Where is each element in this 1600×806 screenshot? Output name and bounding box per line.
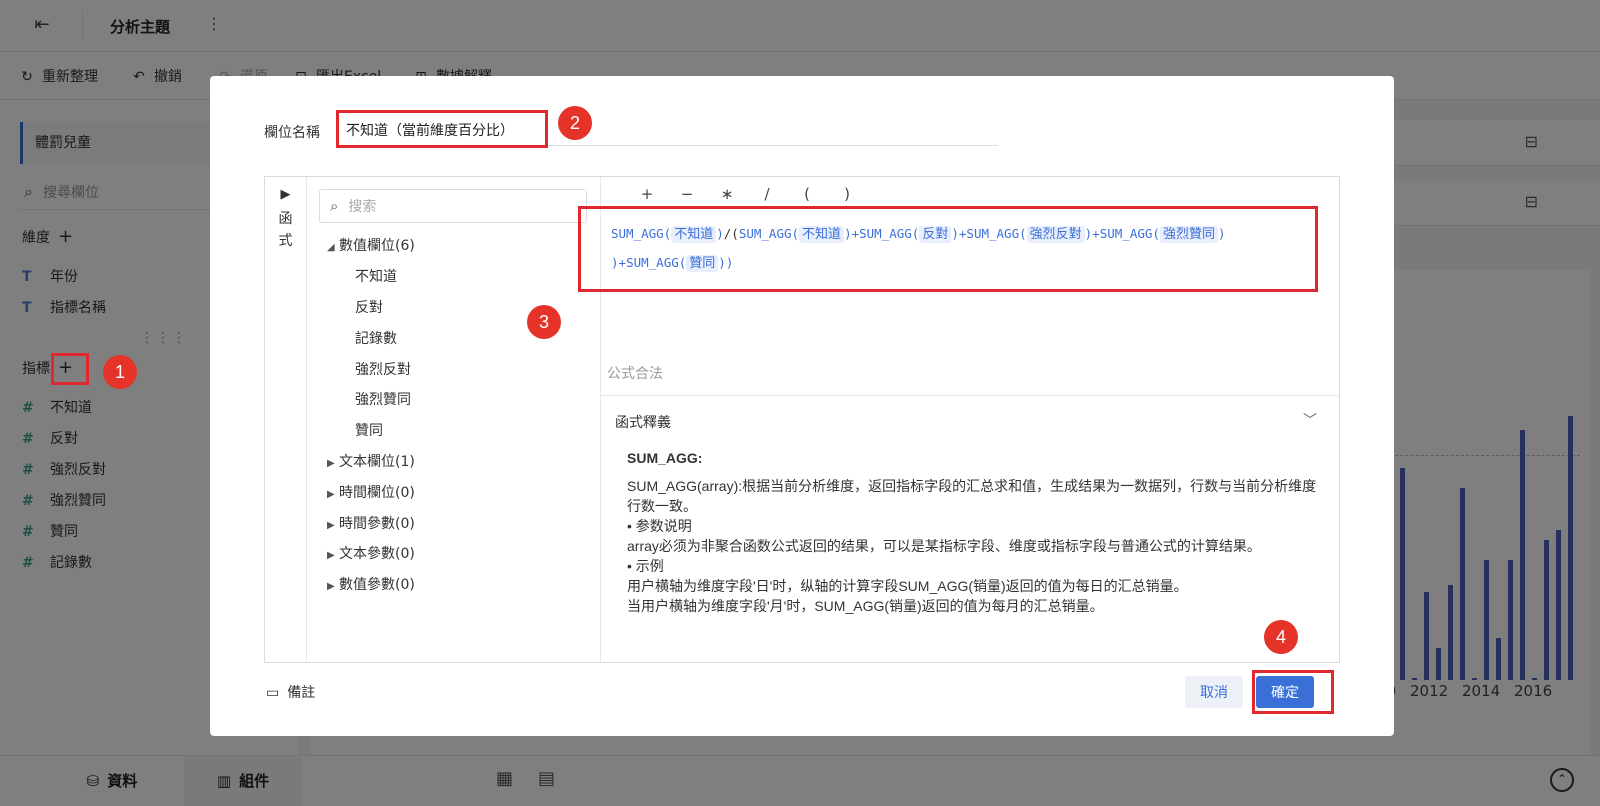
tree-leaf[interactable]: 強烈贊同 bbox=[355, 389, 411, 409]
field-name-label: 欄位名稱 bbox=[264, 125, 320, 141]
caret-right-icon: ▶ bbox=[327, 550, 335, 561]
tree-leaf[interactable]: 不知道 bbox=[355, 266, 397, 286]
field-search-input[interactable]: ⌕ 搜索 bbox=[319, 189, 587, 223]
right-paren-button[interactable]: ) bbox=[827, 185, 867, 203]
caret-right-icon: ▶ bbox=[327, 520, 335, 531]
tree-leaf[interactable]: 記錄數 bbox=[355, 328, 397, 348]
divide-operator-button[interactable]: / bbox=[747, 185, 787, 203]
multiply-operator-button[interactable]: ∗ bbox=[707, 185, 747, 203]
expand-icon: ▶ bbox=[280, 187, 291, 202]
step-badge: 2 bbox=[558, 106, 592, 140]
step-badge: 3 bbox=[527, 305, 561, 339]
highlight-box bbox=[1252, 670, 1334, 714]
tree-node-time[interactable]: ▶ 時間欄位(0) bbox=[327, 482, 415, 502]
field-tree-panel: ⌕ 搜索 ◢ 數值欄位(6) 不知道 反對 記錄數 強烈反對 強烈贊同 贊同 ▶ 文本… bbox=[307, 177, 601, 662]
formula-status: 公式合法 bbox=[607, 366, 663, 382]
tree-leaf[interactable]: 贊同 bbox=[355, 420, 383, 440]
function-explanation: 函式釋義 ﹀ SUM_AGG: SUM_AGG(array):根据当前分析维度，… bbox=[601, 395, 1339, 662]
operator-bar: + − ∗ /() bbox=[627, 185, 867, 203]
tree-leaf[interactable]: 反對 bbox=[355, 297, 383, 317]
note-button[interactable]: ▭ 備註 bbox=[266, 682, 315, 702]
minus-operator-button[interactable]: − bbox=[667, 185, 707, 203]
tree-leaf[interactable]: 強烈反對 bbox=[355, 359, 411, 379]
step-badge: 1 bbox=[103, 355, 137, 389]
tree-node-num-param[interactable]: ▶ 數值參數(0) bbox=[327, 574, 415, 594]
explanation-body: SUM_AGG: SUM_AGG(array):根据当前分析维度，返回指标字段的… bbox=[627, 450, 1317, 614]
tree-node-text[interactable]: ▶ 文本欄位(1) bbox=[327, 451, 415, 471]
caret-right-icon: ▶ bbox=[327, 581, 335, 592]
function-toggle[interactable]: ▶ 函 式 bbox=[265, 177, 307, 662]
tree-node-text-param[interactable]: ▶ 文本參數(0) bbox=[327, 543, 415, 563]
step-badge: 4 bbox=[1264, 620, 1298, 654]
explanation-title: 函式釋義 bbox=[615, 415, 671, 431]
left-paren-button[interactable]: ( bbox=[787, 185, 827, 203]
chevron-down-icon[interactable]: ﹀ bbox=[1303, 410, 1317, 430]
tree-node-time-param[interactable]: ▶ 時間參數(0) bbox=[327, 513, 415, 533]
search-icon: ⌕ bbox=[330, 197, 339, 215]
caret-down-icon: ◢ bbox=[327, 242, 335, 253]
caret-right-icon: ▶ bbox=[327, 489, 335, 500]
tree-node-numeric[interactable]: ◢ 數值欄位(6) bbox=[327, 235, 415, 255]
cancel-button[interactable]: 取消 bbox=[1185, 676, 1243, 708]
highlight-box bbox=[51, 353, 89, 385]
comment-icon: ▭ bbox=[266, 685, 280, 701]
caret-right-icon: ▶ bbox=[327, 458, 335, 469]
plus-operator-button[interactable]: + bbox=[627, 185, 667, 203]
highlight-box bbox=[336, 110, 548, 148]
highlight-box bbox=[578, 206, 1318, 292]
calculated-field-dialog: 欄位名稱 不知道（當前維度百分比） 2 ▶ 函 式 ⌕ 搜索 ◢ 數值欄位(6) 不… bbox=[210, 76, 1394, 736]
